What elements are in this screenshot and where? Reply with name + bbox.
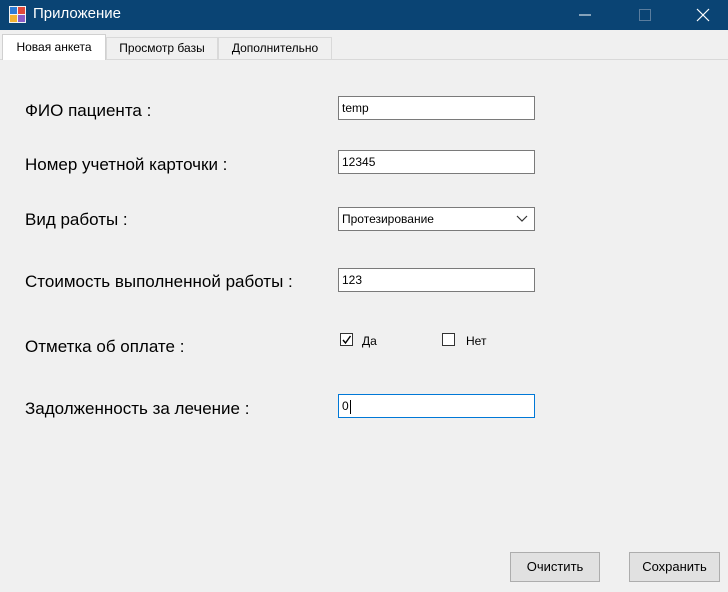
payment-yes-label: Да (362, 334, 377, 348)
close-icon (696, 8, 710, 22)
work-type-selected-value: Протезирование (342, 212, 434, 226)
tab-additional[interactable]: Дополнительно (218, 37, 332, 59)
patient-name-label: ФИО пациента : (25, 101, 152, 120)
title-bar: Приложение (0, 0, 728, 30)
patient-name-input[interactable]: temp (338, 96, 535, 120)
treatment-debt-input[interactable]: 0 (338, 394, 535, 418)
work-type-label: Вид работы : (25, 210, 128, 229)
minimize-icon (579, 14, 591, 16)
work-type-select[interactable]: Протезирование (338, 207, 535, 231)
checkmark-icon (342, 335, 352, 345)
work-cost-input[interactable]: 123 (338, 268, 535, 292)
clear-button[interactable]: Очистить (510, 552, 600, 582)
card-number-label: Номер учетной карточки : (25, 155, 228, 174)
text-caret (349, 399, 351, 414)
treatment-debt-value: 0 (342, 399, 349, 413)
work-cost-label: Стоимость выполненной работы : (25, 272, 293, 291)
new-form-panel: ФИО пациента : temp Номер учетной карточ… (0, 59, 728, 592)
payment-yes-checkbox[interactable] (340, 333, 353, 346)
payment-no-label: Нет (466, 334, 487, 348)
tab-strip: Новая анкета Просмотр базы Дополнительно (0, 32, 728, 60)
payment-no-checkbox[interactable] (442, 333, 455, 346)
maximize-button[interactable] (620, 0, 670, 30)
payment-mark-label: Отметка об оплате : (25, 337, 185, 356)
app-icon (9, 6, 26, 23)
save-button[interactable]: Сохранить (629, 552, 720, 582)
chevron-down-icon (516, 215, 528, 222)
window-title: Приложение (33, 5, 121, 22)
card-number-input[interactable]: 12345 (338, 150, 535, 174)
treatment-debt-label: Задолженность за лечение : (25, 399, 250, 418)
minimize-button[interactable] (560, 0, 610, 30)
tab-view-database[interactable]: Просмотр базы (106, 37, 218, 59)
close-button[interactable] (678, 0, 728, 30)
tab-new-form[interactable]: Новая анкета (2, 34, 106, 60)
maximize-icon (639, 9, 651, 21)
